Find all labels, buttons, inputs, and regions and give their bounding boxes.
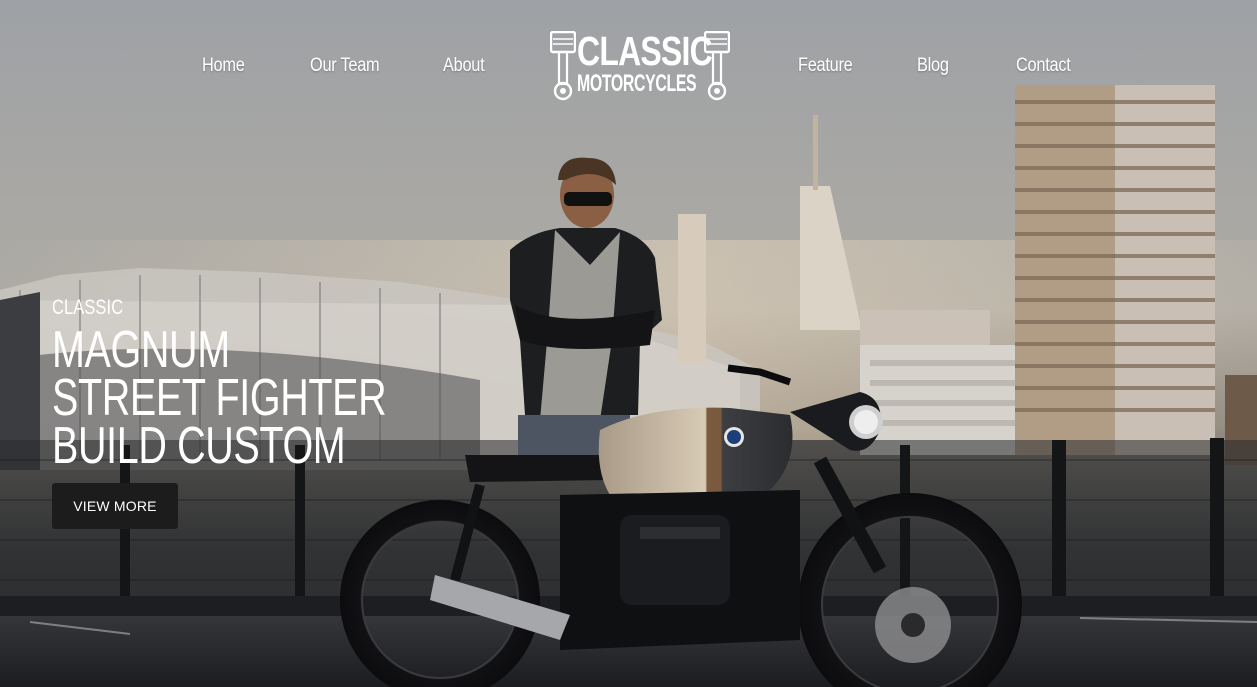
hero-banner: Home Our Team About CLASSIC MOTORCYCLES bbox=[0, 0, 1257, 687]
logo-wordmark-classic: CLASSIC bbox=[577, 28, 713, 74]
hero-caption: CLASSIC MAGNUM STREET FIGHTER BUILD CUST… bbox=[52, 296, 492, 475]
brand-logo[interactable]: CLASSIC MOTORCYCLES bbox=[550, 28, 730, 101]
hero-headline-line-3: BUILD CUSTOM bbox=[52, 417, 346, 475]
nav-home-link[interactable]: Home bbox=[202, 55, 245, 77]
nav-about-link[interactable]: About bbox=[443, 55, 485, 77]
hero-headline: MAGNUM STREET FIGHTER BUILD CUSTOM bbox=[52, 321, 492, 475]
logo-wordmark-motorcycles: MOTORCYCLES bbox=[577, 70, 697, 97]
hero-headline-line-2: STREET FIGHTER bbox=[52, 369, 387, 427]
view-more-button[interactable]: VIEW MORE bbox=[52, 483, 178, 529]
nav-contact-link[interactable]: Contact bbox=[1016, 55, 1071, 77]
nav-blog-link[interactable]: Blog bbox=[917, 55, 949, 77]
piston-right-icon bbox=[704, 31, 730, 101]
nav-feature-link[interactable]: Feature bbox=[798, 55, 853, 77]
nav-our-team-link[interactable]: Our Team bbox=[310, 55, 380, 77]
piston-left-icon bbox=[550, 31, 576, 101]
hero-headline-line-1: MAGNUM bbox=[52, 321, 230, 379]
hero-eyebrow: CLASSIC bbox=[52, 296, 124, 319]
main-navigation: Home Our Team About CLASSIC MOTORCYCLES bbox=[0, 0, 1257, 135]
